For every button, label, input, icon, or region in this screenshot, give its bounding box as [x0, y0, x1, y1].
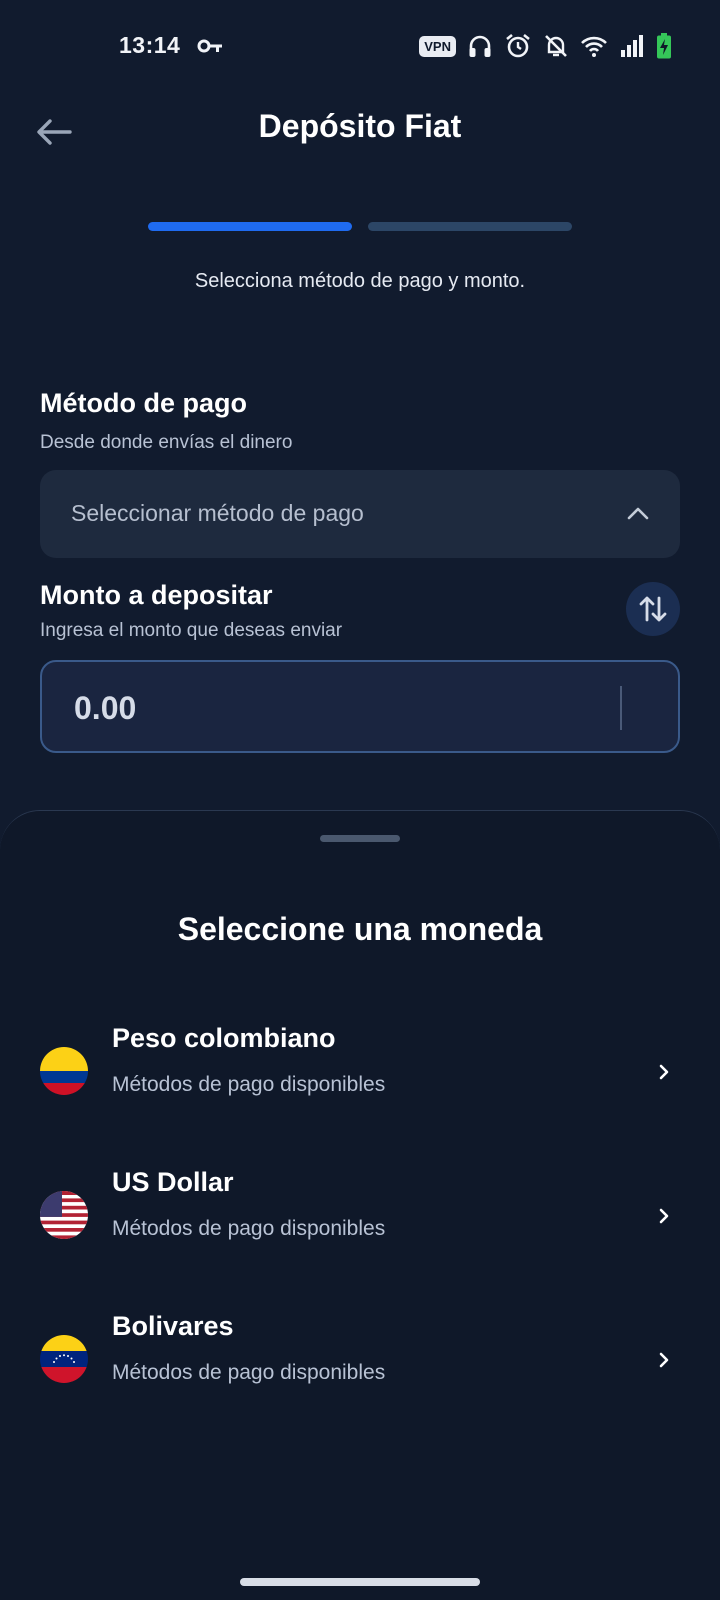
key-icon: [197, 39, 222, 53]
step-2-indicator: [368, 222, 572, 231]
chevron-right-icon: [659, 1352, 669, 1368]
currency-bottom-sheet: Seleccione una moneda Peso colombiano Mé…: [0, 810, 720, 1600]
status-time: 13:14: [119, 32, 181, 58]
signal-icon: [621, 35, 643, 57]
currency-item-colombian-peso[interactable]: Peso colombiano Métodos de pago disponib…: [0, 1011, 720, 1121]
step-1-indicator: [148, 222, 352, 231]
amount-value: 0.00: [74, 690, 137, 726]
progress-stepper: [148, 222, 572, 232]
deposit-screen: 13:14 VPN Depósito Fiat Selecciona métod…: [0, 0, 720, 1600]
input-divider: [620, 686, 622, 730]
stepper-caption: Selecciona método de pago y monto.: [194, 270, 526, 292]
battery-charging-icon: [657, 33, 671, 59]
currency-name: Bolivares: [112, 1311, 234, 1341]
amount-subtitle: Ingresa el monto que deseas enviar: [40, 620, 343, 641]
currency-item-bolivares[interactable]: Bolivares Métodos de pago disponibles: [0, 1299, 720, 1409]
status-icons: VPN: [419, 30, 672, 62]
payment-method-subtitle: Desde donde envías el dinero: [40, 432, 293, 453]
headphones-icon: [469, 35, 491, 57]
sheet-drag-handle[interactable]: [320, 835, 400, 842]
currency-item-us-dollar[interactable]: US Dollar Métodos de pago disponibles: [0, 1155, 720, 1265]
currency-subtitle: Métodos de pago disponibles: [112, 1073, 386, 1096]
bell-off-icon: [545, 35, 567, 57]
amount-input[interactable]: 0.00: [40, 660, 680, 753]
currency-subtitle: Métodos de pago disponibles: [112, 1361, 386, 1384]
chevron-right-icon: [659, 1064, 669, 1080]
amount-title: Monto a depositar: [40, 580, 273, 610]
vpn-badge: VPN: [419, 35, 456, 57]
alarm-icon: [506, 33, 530, 58]
chevron-right-icon: [659, 1208, 669, 1224]
swap-currency-button[interactable]: [626, 582, 680, 636]
home-indicator[interactable]: [240, 1578, 480, 1586]
venezuela-flag-icon: [40, 1335, 88, 1383]
usa-flag-icon: [40, 1191, 88, 1239]
app-header: Depósito Fiat: [0, 90, 720, 170]
status-bar: 13:14 VPN: [0, 0, 720, 90]
chevron-up-icon: [627, 507, 649, 520]
swap-vertical-icon: [639, 596, 667, 622]
currency-subtitle: Métodos de pago disponibles: [112, 1217, 386, 1240]
payment-method-select[interactable]: Seleccionar método de pago: [40, 470, 680, 558]
payment-method-placeholder: Seleccionar método de pago: [71, 500, 364, 526]
currency-name: US Dollar: [112, 1167, 234, 1197]
currency-name: Peso colombiano: [112, 1023, 336, 1053]
wifi-icon: [581, 36, 607, 57]
sheet-title: Seleccione una moneda: [177, 911, 543, 947]
payment-method-title: Método de pago: [40, 388, 247, 418]
page-title: Depósito Fiat: [258, 108, 462, 144]
colombia-flag-icon: [40, 1047, 88, 1095]
